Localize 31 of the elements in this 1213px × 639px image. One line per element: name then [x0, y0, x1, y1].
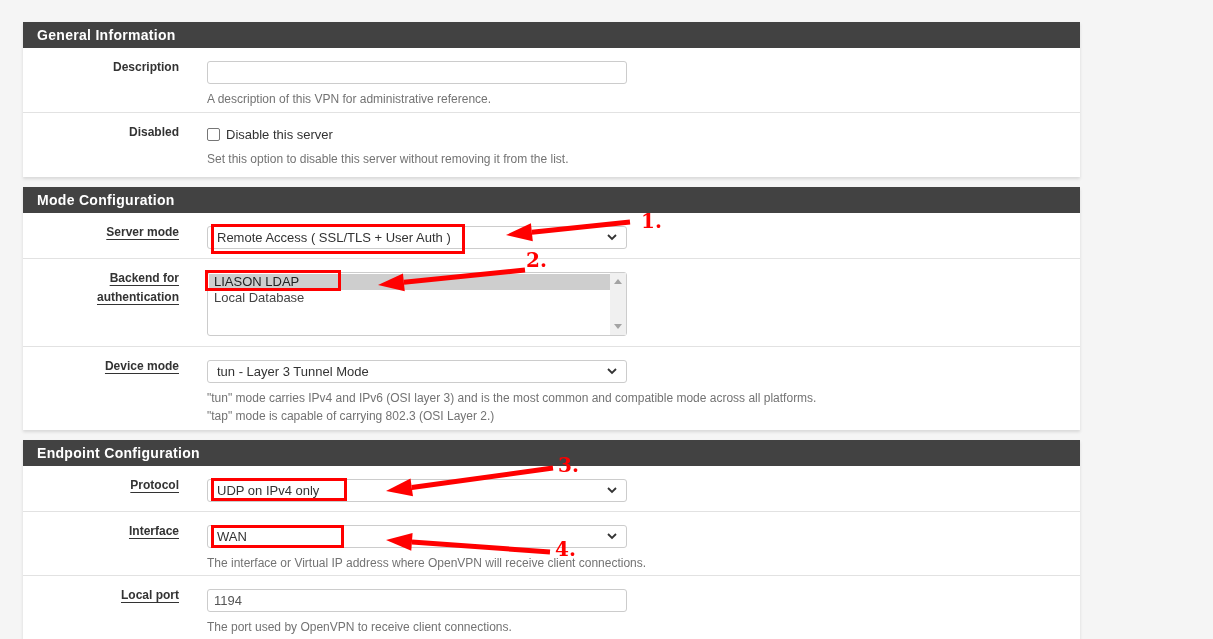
- chevron-down-icon: [607, 487, 617, 494]
- field-label: Description: [113, 59, 179, 76]
- step-number: 2.: [526, 248, 547, 272]
- help-text: "tap" mode is capable of carrying 802.3 (OSI Layer 2.): [207, 408, 496, 425]
- list-box[interactable]: LIASON LDAP Local Database: [207, 272, 627, 336]
- scroll-down-icon[interactable]: [614, 324, 622, 329]
- section-header: General Information: [23, 22, 1080, 48]
- help-link[interactable]: Interface: [128, 522, 179, 575]
- help-text: A description of this VPN for administrative reference.: [207, 91, 493, 108]
- section-header: Mode Configuration: [23, 187, 1080, 213]
- help-text: The port used by OpenVPN to receive client connections.: [207, 619, 513, 636]
- scrollbar[interactable]: [610, 273, 626, 335]
- help-link[interactable]: Protocol: [130, 476, 179, 511]
- step-number: 3.: [558, 453, 579, 477]
- field-label: Disabled: [129, 124, 179, 141]
- help-link[interactable]: Local port: [121, 586, 179, 639]
- help-link[interactable]: Server mode: [106, 223, 179, 258]
- checkbox[interactable]: [207, 128, 220, 141]
- text-field[interactable]: [207, 61, 627, 84]
- dropdown[interactable]: tun - Layer 3 Tunnel Mode: [207, 360, 627, 383]
- list-option[interactable]: Local Database: [209, 290, 610, 306]
- scroll-up-icon[interactable]: [614, 279, 622, 284]
- chevron-down-icon: [607, 368, 617, 375]
- chevron-down-icon: [607, 533, 617, 540]
- text-field[interactable]: 1194: [207, 589, 627, 612]
- chevron-down-icon: [607, 234, 617, 241]
- help-link[interactable]: Backend for authentication: [79, 269, 179, 346]
- help-text: Set this option to disable this server without removing it from the list.: [207, 151, 569, 168]
- help-link[interactable]: Device mode: [104, 357, 179, 430]
- checkbox-label[interactable]: Disable this server: [226, 124, 333, 145]
- help-text: "tun" mode carries IPv4 and IPv6 (OSI layer 3) and is the most common and compatible mode across all platforms.: [207, 390, 817, 407]
